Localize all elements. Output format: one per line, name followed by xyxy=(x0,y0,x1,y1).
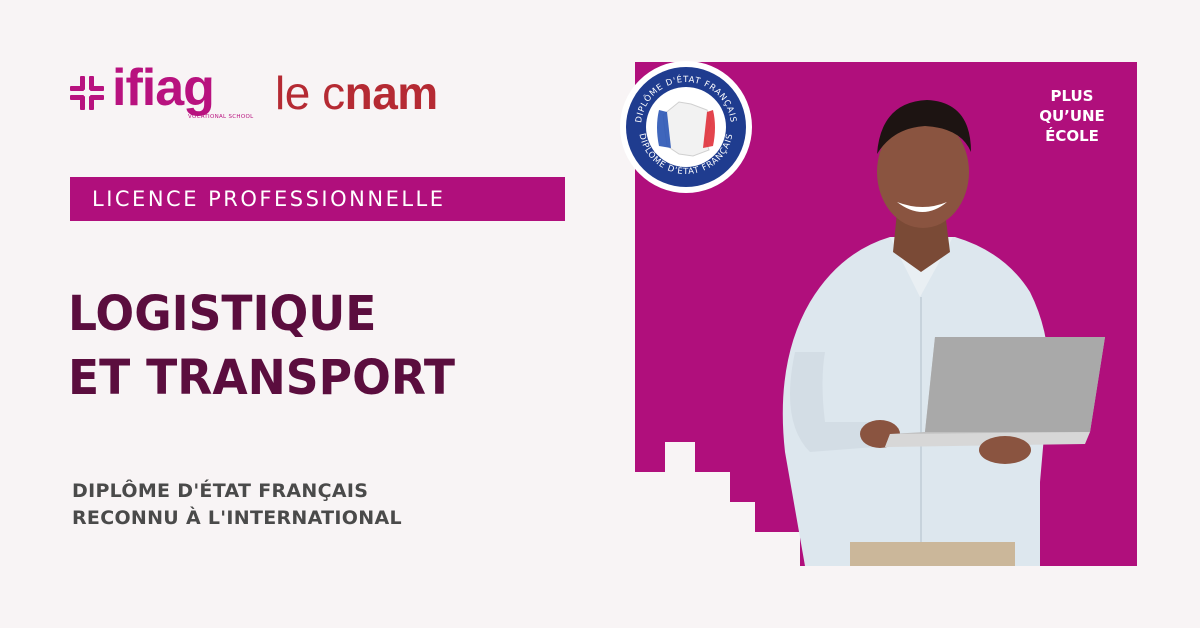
diploma-subtitle-line-1: DIPLÔME D'ÉTAT FRANÇAIS xyxy=(72,480,369,502)
program-type-band: LICENCE PROFESSIONNELLE xyxy=(70,177,565,221)
program-title-line-2: ET TRANSPORT xyxy=(68,350,456,406)
program-title: LOGISTIQUE ET TRANSPORT xyxy=(68,282,455,410)
ifiag-plus-hash-icon xyxy=(70,76,104,110)
ifiag-logo: ifiag VOCATIONAL SCHOOL xyxy=(70,59,253,124)
diploma-subtitle-line-2: RECONNU À L'INTERNATIONAL xyxy=(72,507,402,529)
tagline-line-3: ÉCOLE xyxy=(1045,127,1099,145)
french-state-diploma-seal: DIPLÔME D'ÉTAT FRANÇAIS DIPLÔME D'ÉTAT F… xyxy=(620,61,752,193)
cnam-logo: le cnam xyxy=(275,68,438,118)
ifiag-tagline: VOCATIONAL SCHOOL xyxy=(188,114,254,120)
cnam-logo-prefix: le c xyxy=(275,67,345,119)
ifiag-wordmark: ifiag xyxy=(112,59,215,117)
diploma-subtitle: DIPLÔME D'ÉTAT FRANÇAIS RECONNU À L'INTE… xyxy=(72,478,402,532)
tagline-line-2: QU’UNE xyxy=(1039,107,1105,125)
decorative-steps xyxy=(635,442,800,566)
france-map-icon xyxy=(662,101,712,157)
program-title-line-1: LOGISTIQUE xyxy=(68,286,377,342)
cnam-logo-bold: nam xyxy=(344,67,439,119)
tagline-line-1: PLUS xyxy=(1050,87,1094,105)
school-tagline: PLUS QU’UNE ÉCOLE xyxy=(1030,86,1114,146)
